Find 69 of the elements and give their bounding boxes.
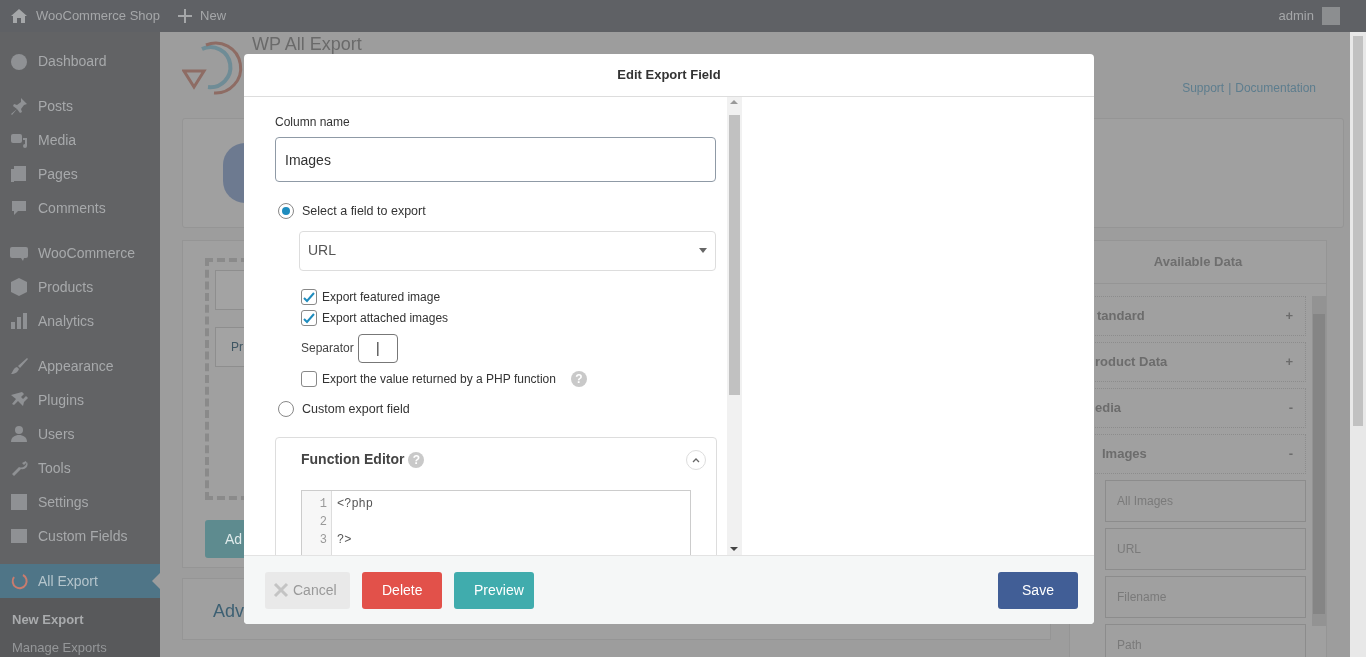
line-number: 2 (318, 513, 327, 531)
support-link[interactable]: Support (1182, 79, 1225, 97)
sidebar-item[interactable]: Comments (0, 191, 160, 225)
sidebar-item[interactable]: Media (0, 123, 160, 157)
column-name-label: Column name (275, 114, 351, 131)
select-value: URL (308, 241, 336, 261)
scrollbar[interactable] (727, 97, 742, 555)
code-line: <?php (337, 496, 373, 511)
toggle-sign: + (1285, 307, 1293, 326)
separator-label: Separator (301, 340, 354, 358)
radio-label: Select a field to export (302, 203, 426, 220)
save-button[interactable]: Save (998, 571, 1078, 609)
sidebar-item[interactable]: Products (0, 270, 160, 304)
line-number: 3 (318, 531, 327, 549)
toggle-sign: + (1285, 353, 1293, 372)
export-icon (9, 571, 29, 591)
sidebar-item[interactable]: Posts (0, 89, 160, 123)
line-number: 1 (318, 495, 327, 513)
scrollbar[interactable] (1312, 296, 1326, 626)
bars-icon (9, 311, 29, 331)
sidebar-item[interactable]: All Export (0, 564, 160, 598)
brush-icon (9, 356, 29, 376)
home-icon[interactable] (10, 8, 28, 24)
sidebar-item[interactable]: Analytics (0, 304, 160, 338)
checkbox-label: Export featured image (322, 289, 441, 307)
link-separator: | (1228, 80, 1232, 97)
site-name-link[interactable]: WooCommerce Shop (36, 6, 161, 26)
checkbox[interactable] (301, 289, 317, 306)
new-link[interactable]: New (200, 6, 227, 26)
sidebar-item[interactable]: Pages (0, 157, 160, 191)
checkbox-label: Export the value returned by a PHP function (322, 371, 556, 389)
submenu-item[interactable]: New Export (12, 606, 160, 634)
user-icon (9, 424, 29, 444)
sidebar-item[interactable]: Appearance (0, 349, 160, 383)
sidebar-item[interactable]: Plugins (0, 383, 160, 417)
pages-icon (9, 164, 29, 184)
close-icon (273, 582, 289, 598)
preview-button[interactable]: Preview (454, 571, 534, 609)
sidebar-item[interactable]: Custom Fields (0, 519, 160, 553)
sidebar-item[interactable]: Users (0, 417, 160, 451)
sidebar-item[interactable]: Settings (0, 485, 160, 519)
separator-field[interactable]: | (357, 333, 398, 363)
bubble-icon (9, 198, 29, 218)
modal-title: Edit Export Field (244, 54, 1094, 97)
page-scrollbar[interactable] (1350, 32, 1366, 657)
help-icon[interactable]: ? (570, 371, 587, 388)
help-icon[interactable]: ? (408, 451, 425, 468)
delete-button[interactable]: Delete (362, 571, 442, 609)
cube-icon (9, 277, 29, 297)
radio-label: Custom export field (302, 400, 410, 418)
pin-icon (9, 96, 29, 116)
documentation-link[interactable]: Documentation (1235, 79, 1316, 97)
field-select[interactable]: URL (299, 230, 716, 271)
sidebar-item[interactable]: Dashboard (0, 44, 160, 78)
plus-icon[interactable] (178, 9, 193, 23)
checkbox[interactable] (301, 371, 317, 388)
collapse-button[interactable] (686, 449, 706, 470)
sidebar-item[interactable]: Tools (0, 451, 160, 485)
editor-title: Function Editor (301, 450, 405, 469)
user-name[interactable]: admin (1278, 6, 1314, 26)
submenu-item[interactable]: Manage Exports (12, 634, 160, 657)
code-line: ?> (337, 532, 352, 547)
sidebar-item[interactable]: WooCommerce (0, 236, 160, 270)
toggle-sign: - (1288, 445, 1293, 464)
checkbox-label: Export attached images (322, 310, 449, 328)
column-name-field[interactable]: Images (275, 137, 716, 182)
toggle-sign: - (1288, 399, 1293, 418)
chevron-up-icon (692, 456, 700, 463)
checkbox[interactable] (301, 310, 317, 327)
